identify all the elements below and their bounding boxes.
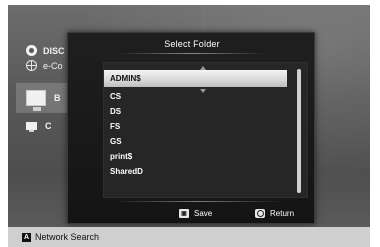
tv-frame: DISC e-Co B C Select Folder ADMIN$ CS DS… xyxy=(0,0,380,247)
menu-item-ecs[interactable]: e-Co xyxy=(26,60,63,71)
scrollbar[interactable] xyxy=(297,69,301,193)
folder-item[interactable]: SharedD xyxy=(110,165,280,178)
folder-list[interactable]: ADMIN$ CS DS FS GS print$ SharedD xyxy=(103,62,308,198)
folder-item[interactable]: print$ xyxy=(110,150,280,163)
bottom-bar: A Network Search xyxy=(8,227,370,247)
menu-item-pc-c-label: C xyxy=(45,121,52,131)
footer-divider xyxy=(113,201,283,202)
dialog-title: Select Folder xyxy=(164,39,220,49)
save-key-icon: ▣ xyxy=(179,208,189,218)
save-button-label: Save xyxy=(194,208,213,218)
title-divider xyxy=(118,53,266,54)
scrollbar-thumb[interactable] xyxy=(297,69,301,193)
select-folder-dialog: Select Folder ADMIN$ CS DS FS GS print$ … xyxy=(67,32,315,224)
folder-item[interactable]: GS xyxy=(110,135,280,148)
menu-item-ecs-label: e-Co xyxy=(43,60,63,71)
computer-icon xyxy=(26,122,37,132)
computer-icon xyxy=(26,90,46,111)
folder-item[interactable]: ADMIN$ xyxy=(110,72,280,85)
menu-item-pc-c[interactable]: C xyxy=(26,121,52,132)
disc-icon xyxy=(26,45,37,56)
folder-item[interactable]: DS xyxy=(110,105,280,118)
globe-icon xyxy=(26,60,37,71)
return-key-icon xyxy=(255,208,265,218)
return-button[interactable]: Return xyxy=(255,207,294,219)
scroll-up-arrow-icon[interactable] xyxy=(200,66,206,70)
return-button-label: Return xyxy=(270,208,295,218)
folder-item[interactable]: FS xyxy=(110,120,280,133)
save-button[interactable]: ▣ Save xyxy=(179,207,212,219)
menu-item-disc-label: DISC xyxy=(43,45,65,56)
menu-item-pc-b-label: B xyxy=(54,93,61,103)
network-search-label[interactable]: Network Search xyxy=(35,232,99,242)
menu-item-disc[interactable]: DISC xyxy=(26,45,65,56)
folder-item[interactable]: CS xyxy=(110,90,280,103)
a-key-icon: A xyxy=(22,232,31,242)
menu-item-pc-b[interactable]: B xyxy=(26,90,61,111)
